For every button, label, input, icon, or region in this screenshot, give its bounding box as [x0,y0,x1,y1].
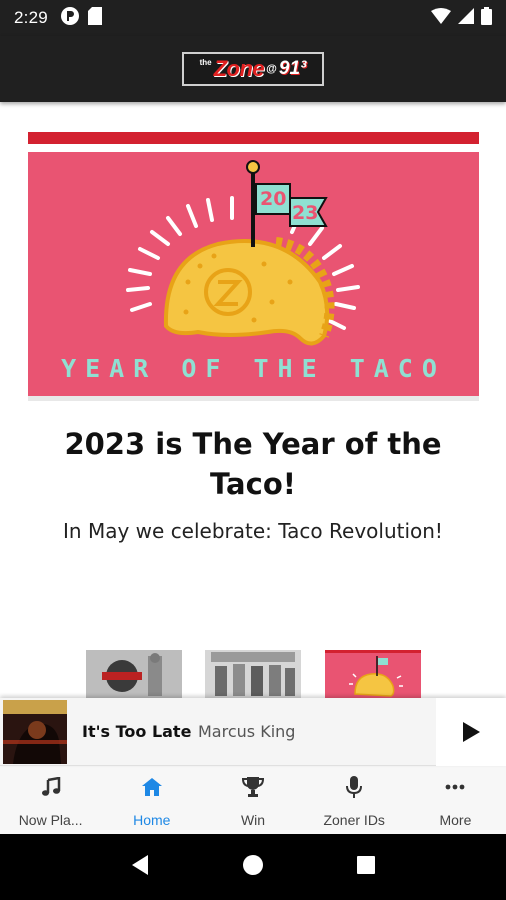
status-icons-right [431,6,492,30]
system-navigation-bar [0,834,506,900]
track-artist[interactable]: Marcus King [198,722,295,741]
sd-card-icon [87,6,102,30]
article-subtitle: In May we celebrate: Taco Revolution! [63,519,443,543]
home-circle-icon[interactable] [242,854,264,881]
nav-win[interactable]: Win [202,766,303,834]
play-icon [463,722,480,742]
status-icons-left [60,6,102,31]
recents-square-icon[interactable] [356,855,376,880]
nav-zoner-ids[interactable]: Zoner IDs [304,766,405,834]
station-logo[interactable]: the Zone @ 91³ [182,52,324,86]
app-bar: the Zone @ 91³ [0,36,506,102]
carousel-thumb[interactable] [86,650,182,698]
logo-at: @ [266,63,277,75]
logo-frequency: 91³ [278,58,307,79]
nav-label-now-playing: Now Pla... [18,812,83,828]
hero-caption: YEAR OF THE TACO [61,354,446,383]
app-notification-icon [60,6,80,31]
flag-text-bottom: 23 [292,202,319,224]
music-note-icon [41,776,61,798]
nav-label-home: Home [133,812,171,828]
status-bar: 2:29 [0,0,506,36]
nav-label-zoner-ids: Zoner IDs [323,812,385,828]
nav-now-playing[interactable]: Now Pla... [0,766,101,834]
article-title: 2023 is The Year of the Taco! [64,427,442,501]
nav-label-more: More [439,812,472,828]
cell-signal-icon [458,7,474,29]
carousel-thumbnails [0,650,506,698]
battery-icon [481,6,492,30]
content-area: 20 23 YEAR OF THE TACO 2023 is The Year … [0,102,506,698]
play-button[interactable] [436,698,506,766]
mini-player[interactable]: It's Too Late Marcus King [0,698,506,766]
carousel-thumb-active[interactable] [325,650,421,698]
hero-image[interactable]: 20 23 YEAR OF THE TACO [28,132,479,401]
logo-the: the [199,58,212,67]
carousel-thumb[interactable] [205,650,301,698]
taco [163,237,335,346]
album-art[interactable] [3,700,67,764]
wifi-icon [431,7,451,29]
nav-more[interactable]: More [405,766,506,834]
screen: 2:29 the Zone @ 91³ 20 23 YEAR OF THE TA… [0,0,506,900]
microphone-icon [346,776,363,798]
more-dots-icon [445,776,465,798]
nav-home[interactable]: Home [101,766,202,834]
logo-zone: Zone [213,56,265,81]
track-title[interactable]: It's Too Late [82,722,191,741]
home-icon [141,776,162,798]
trophy-icon [242,776,264,798]
bottom-navigation: Now Pla... Home Win Zoner IDs More [0,766,506,834]
back-icon[interactable] [130,854,150,881]
status-time: 2:29 [14,8,48,27]
nav-label-win: Win [240,812,266,828]
flag-text-top: 20 [260,188,287,210]
hero-bottom-line [28,396,479,401]
